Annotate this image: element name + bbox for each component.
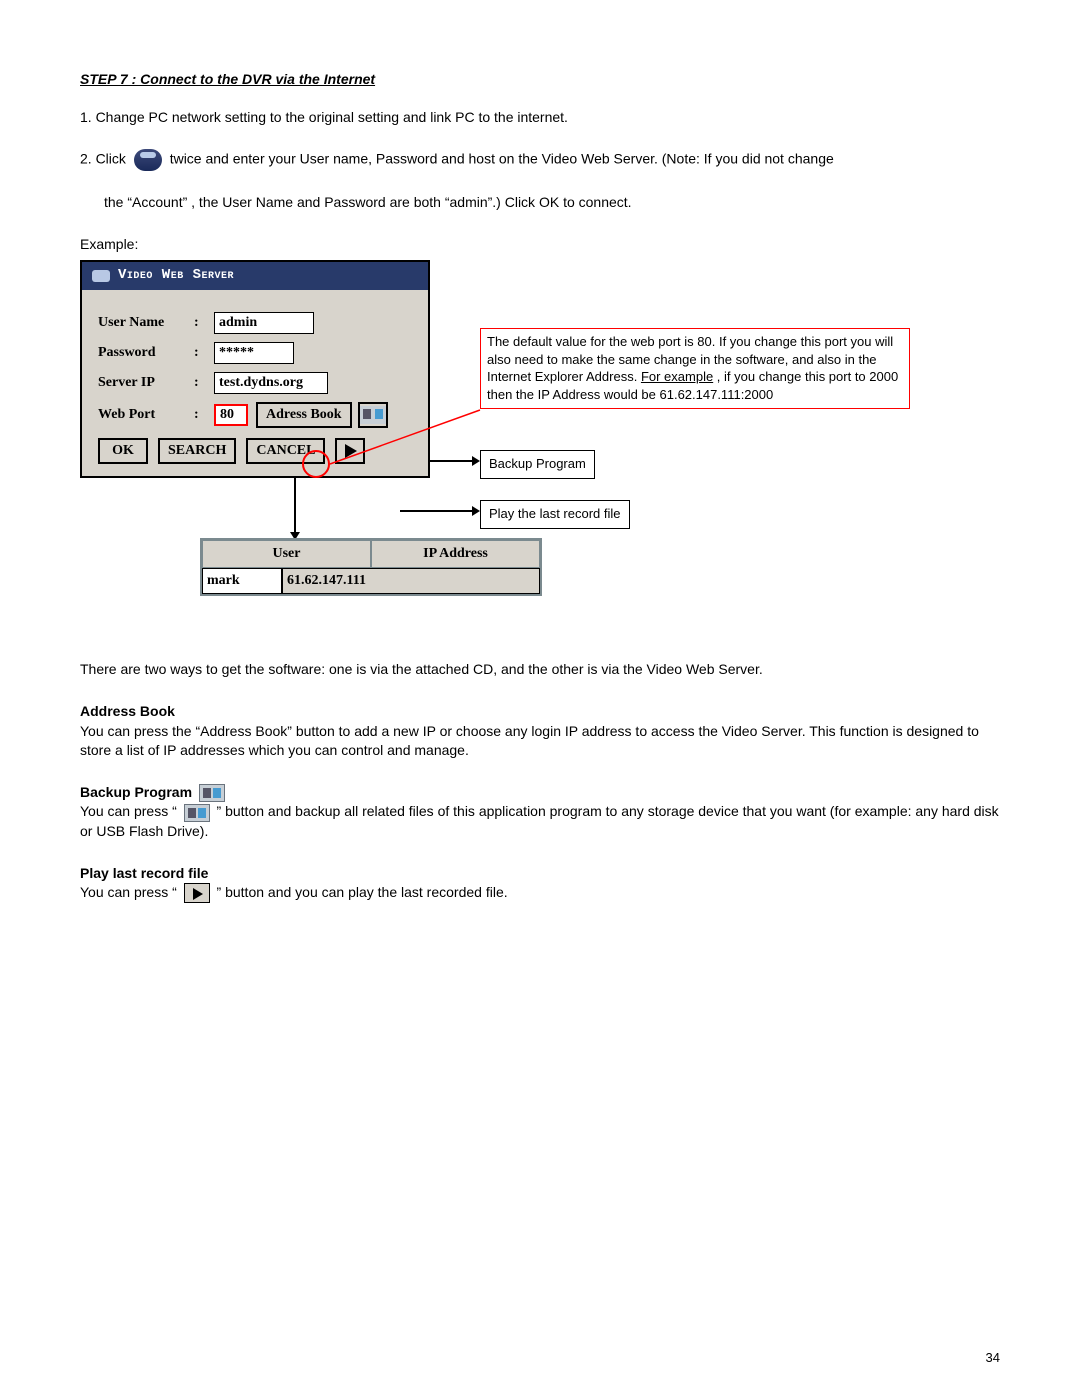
arrow-play xyxy=(400,510,474,512)
instruction-2: 2. Click twice and enter your User name,… xyxy=(80,149,1000,171)
port-note: The default value for the web port is 80… xyxy=(480,328,910,408)
two-ways-text: There are two ways to get the software: … xyxy=(80,660,1000,680)
play-text-post: ” button and you can play the last recor… xyxy=(217,884,508,900)
ab-row[interactable]: mark 61.62.147.111 xyxy=(202,568,540,594)
instruction-2-post: twice and enter your User name, Password… xyxy=(170,151,834,167)
instruction-1: 1. Change PC network setting to the orig… xyxy=(80,108,1000,128)
callout-backup: Backup Program xyxy=(480,450,595,478)
label-serverip: Server IP xyxy=(98,373,194,393)
address-book-popup: User IP Address mark 61.62.147.111 xyxy=(200,538,542,595)
backup-icon xyxy=(199,784,225,802)
backup-icon xyxy=(360,406,386,424)
backup-text-post: ” button and backup all related files of… xyxy=(80,803,999,839)
ab-col-ip: IP Address xyxy=(371,540,540,568)
instruction-2-line2: the “Account” , the User Name and Passwo… xyxy=(104,193,1000,213)
section-backup-text: You can press “ ” button and backup all … xyxy=(80,802,1000,841)
instruction-2-pre: 2. Click xyxy=(80,151,126,167)
app-launch-icon xyxy=(134,149,162,171)
arrow-backup xyxy=(430,460,474,462)
login-dialog: Video Web Server User Name : admin Passw… xyxy=(80,260,430,478)
section-play-text: You can press “ ” button and you can pla… xyxy=(80,883,1000,903)
ab-row-user: mark xyxy=(202,568,282,594)
search-button[interactable]: SEARCH xyxy=(158,438,236,464)
play-icon xyxy=(184,883,210,903)
username-field[interactable]: admin xyxy=(214,312,314,334)
cancel-button[interactable]: CANCEL xyxy=(246,438,325,464)
webport-field[interactable]: 80 xyxy=(214,404,248,426)
step-heading: STEP 7 : Connect to the DVR via the Inte… xyxy=(80,70,1000,90)
example-diagram: Video Web Server User Name : admin Passw… xyxy=(80,260,1000,630)
backup-heading-text: Backup Program xyxy=(80,784,192,800)
address-book-button[interactable]: Adress Book xyxy=(256,402,352,428)
label-password: Password xyxy=(98,343,194,363)
dialog-title-text: Video Web Server xyxy=(118,266,234,286)
section-play-heading: Play last record file xyxy=(80,864,1000,884)
password-field[interactable]: ***** xyxy=(214,342,294,364)
backup-icon xyxy=(184,804,210,822)
serverip-field[interactable]: test.dydns.org xyxy=(214,372,328,394)
dialog-titlebar: Video Web Server xyxy=(82,262,428,290)
section-backup-heading: Backup Program xyxy=(80,783,1000,803)
backup-icon-button[interactable] xyxy=(358,402,388,428)
callout-play: Play the last record file xyxy=(480,500,630,528)
label-username: User Name xyxy=(98,313,194,333)
play-icon-button[interactable] xyxy=(335,438,365,464)
example-label: Example: xyxy=(80,235,1000,255)
port-note-for-example: For example xyxy=(641,369,713,384)
ok-button[interactable]: OK xyxy=(98,438,148,464)
section-addressbook-text: You can press the “Address Book” button … xyxy=(80,722,1000,761)
page-number: 34 xyxy=(986,1349,1000,1367)
label-webport: Web Port xyxy=(98,405,194,425)
arrow-addressbook xyxy=(294,478,296,534)
section-addressbook-heading: Address Book xyxy=(80,702,1000,722)
play-text-pre: You can press “ xyxy=(80,884,177,900)
backup-text-pre: You can press “ xyxy=(80,803,177,819)
ab-row-ip: 61.62.147.111 xyxy=(282,568,540,594)
ab-col-user: User xyxy=(202,540,371,568)
camera-icon xyxy=(92,270,110,282)
play-icon xyxy=(341,442,359,460)
